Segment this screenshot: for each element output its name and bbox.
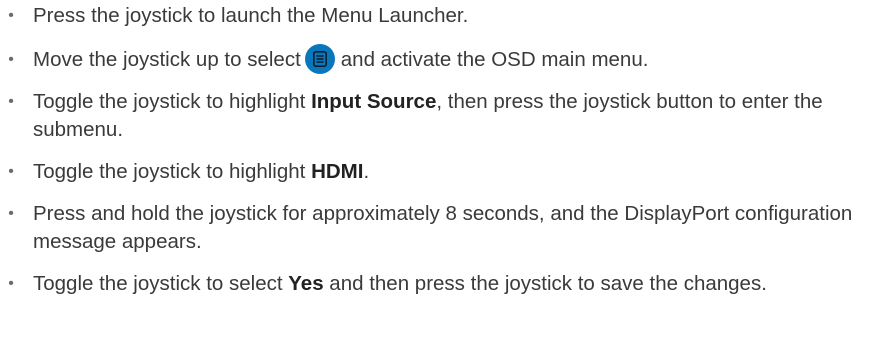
bullet: • (8, 51, 14, 68)
step-text: Toggle the joystick to select (33, 272, 289, 295)
step-text: Press the joystick to launch the Menu La… (33, 4, 469, 27)
list-item: • Toggle the joystick to highlight HDMI. (0, 158, 892, 186)
step-text: Toggle the joystick to highlight (33, 90, 312, 113)
bullet: • (8, 275, 14, 292)
step-emphasis: HDMI (311, 160, 364, 183)
step-text: Move the joystick up to select (33, 48, 301, 71)
step-text: Toggle the joystick to highlight (33, 160, 312, 183)
step-emphasis: Yes (288, 272, 324, 295)
bullet: • (8, 163, 14, 180)
step-text: Press and hold the joystick for approxim… (33, 202, 853, 253)
list-item: • Toggle the joystick to select Yes and … (0, 270, 892, 298)
menu-icon (304, 43, 335, 74)
instruction-list: • Press the joystick to launch the Menu … (0, 0, 892, 312)
bullet: • (8, 205, 14, 222)
list-item: • Press the joystick to launch the Menu … (0, 2, 892, 30)
list-item: • Move the joystick up to select and act… (0, 43, 892, 74)
step-text: . (363, 160, 370, 183)
step-emphasis: Input Source (311, 90, 437, 113)
bullet: • (8, 93, 14, 110)
bullet: • (8, 7, 14, 24)
list-item: • Press and hold the joystick for approx… (0, 200, 892, 256)
list-item: • Toggle the joystick to highlight Input… (0, 88, 892, 144)
step-text: and then press the joystick to save the … (323, 272, 767, 295)
step-text: and activate the OSD main menu. (340, 48, 649, 71)
